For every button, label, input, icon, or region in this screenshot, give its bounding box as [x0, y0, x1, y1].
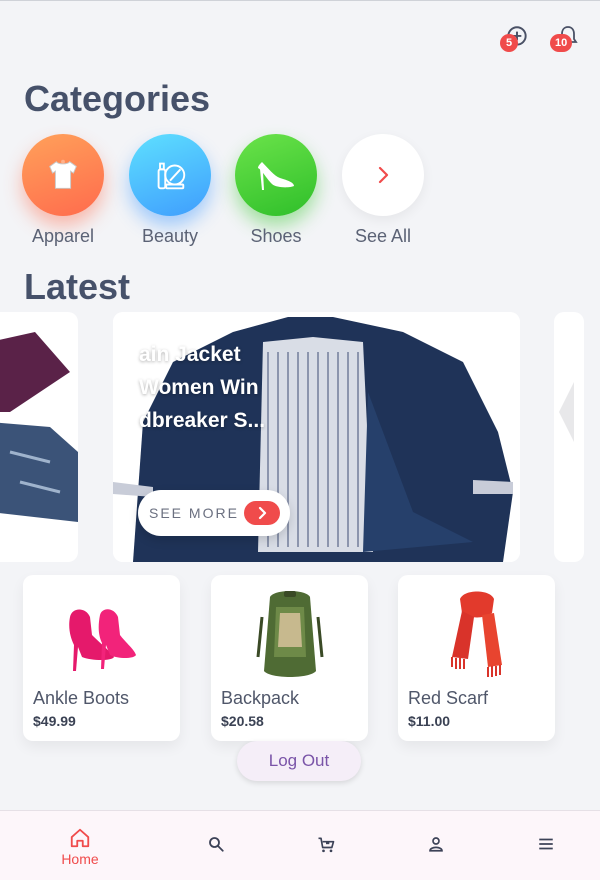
messages-badge: 5	[500, 34, 518, 52]
product-price: $11.00	[408, 713, 451, 729]
product-price: $20.58	[221, 713, 264, 729]
chevron-right-icon	[378, 166, 389, 184]
see-more-button[interactable]: SEE MORE	[138, 490, 290, 536]
product-card[interactable]: Red Scarf $11.00	[398, 575, 555, 741]
nav-cart[interactable]	[286, 811, 366, 880]
carousel-slide-previous[interactable]	[0, 312, 78, 562]
category-beauty[interactable]: Beauty	[129, 134, 211, 247]
product-price: $49.99	[33, 713, 76, 729]
category-apparel-circle	[22, 134, 104, 216]
backpack-image	[211, 587, 368, 683]
category-shoes-label: Shoes	[250, 226, 302, 246]
notifications-badge: 10	[550, 34, 573, 52]
nav-search[interactable]	[176, 811, 256, 880]
nav-menu[interactable]	[506, 811, 586, 880]
featured-title: ain Jacket Women Win dbreaker S...	[139, 343, 266, 432]
high-heel-icon	[258, 162, 294, 190]
nav-home[interactable]: Home	[40, 811, 120, 880]
product-image	[559, 382, 574, 442]
category-beauty-circle	[129, 134, 211, 216]
category-apparel-label: Apparel	[31, 226, 95, 246]
jeans-image	[0, 332, 78, 522]
carousel-slide-featured[interactable]: ain Jacket Women Win dbreaker S... SEE M…	[113, 312, 520, 562]
search-icon	[209, 837, 224, 852]
product-name: Ankle Boots	[33, 688, 130, 708]
tshirt-icon	[49, 159, 77, 189]
menu-icon	[539, 838, 553, 850]
category-shoes-circle	[235, 134, 317, 216]
category-see-all-circle	[342, 134, 424, 216]
messages-button[interactable]: 5	[500, 24, 530, 54]
categories-title: Categories	[24, 78, 211, 119]
nav-profile[interactable]	[396, 811, 476, 880]
product-name: Backpack	[221, 688, 300, 708]
product-card[interactable]: Backpack $20.58	[211, 575, 368, 741]
top-border	[0, 0, 600, 1]
category-beauty-label: Beauty	[141, 226, 199, 246]
product-card[interactable]: Ankle Boots $49.99	[23, 575, 180, 741]
nav-home-label: Home	[61, 851, 99, 867]
latest-title: Latest	[24, 266, 131, 307]
ankle-boots-image	[23, 587, 180, 683]
bottom-navigation: Home	[0, 810, 600, 880]
category-apparel[interactable]: Apparel	[22, 134, 104, 247]
see-more-label: SEE MORE	[149, 505, 239, 521]
arrow-right-icon	[244, 501, 280, 525]
cart-icon	[318, 837, 335, 853]
red-scarf-image	[398, 587, 555, 683]
home-icon	[70, 828, 90, 848]
product-name: Red Scarf	[408, 688, 489, 708]
logout-button[interactable]: Log Out	[237, 741, 361, 781]
category-see-all[interactable]: See All	[342, 134, 424, 247]
notifications-button[interactable]: 10	[550, 24, 580, 54]
category-shoes[interactable]: Shoes	[235, 134, 317, 247]
cosmetics-icon	[157, 162, 186, 190]
carousel-slide-next[interactable]	[554, 312, 584, 562]
category-see-all-label: See All	[354, 226, 412, 246]
person-icon	[429, 837, 443, 852]
